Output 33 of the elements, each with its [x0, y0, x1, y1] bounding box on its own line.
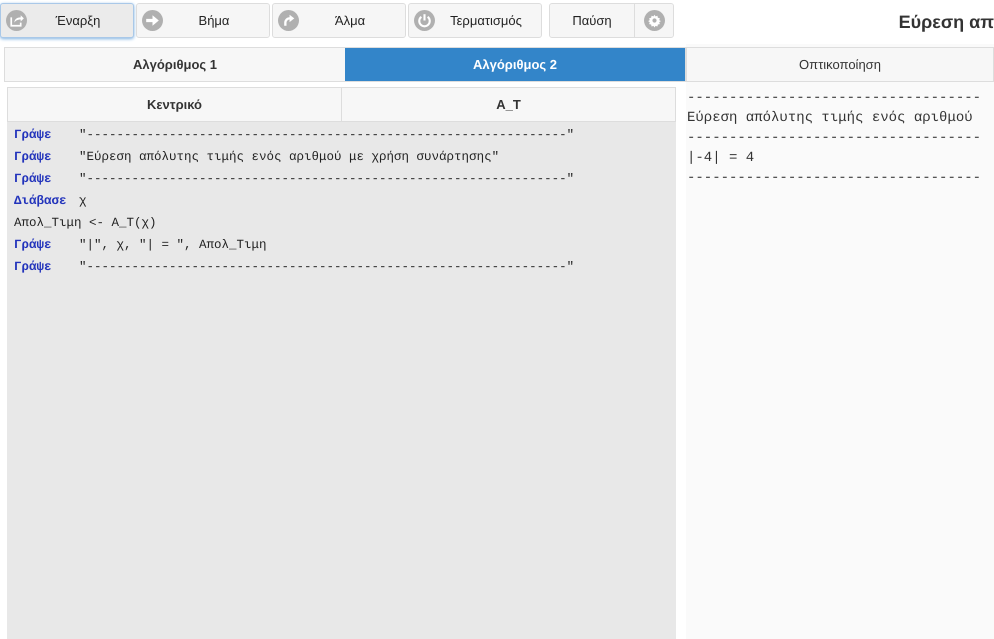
- output-line: -----------------------------------: [687, 169, 982, 188]
- code-text: χ: [79, 192, 87, 210]
- algorithm-tab[interactable]: Αλγόριθμος 1: [5, 48, 345, 81]
- code-keyword: Γράψε: [14, 126, 53, 144]
- code-tab[interactable]: Κεντρικό: [8, 88, 341, 121]
- code-tab[interactable]: Α_Τ: [341, 88, 675, 121]
- algorithm-tab[interactable]: Αλγόριθμος 2: [345, 48, 685, 81]
- code-text: "Εύρεση απόλυτης τιμής ενός αριθμού με χρήση συνάρτησης": [79, 148, 500, 166]
- arrow-right-icon: [142, 10, 163, 31]
- page-title: Εύρεση απ: [898, 10, 994, 34]
- code-text: "----------------------------------------------------------------": [79, 258, 574, 276]
- power-icon: [414, 10, 435, 31]
- output-line: |-4| = 4: [687, 149, 756, 168]
- code-keyword: Γράψε: [14, 170, 53, 188]
- toolbar-button[interactable]: Βήμα: [136, 3, 270, 38]
- code-text: "|", χ, "| = ", Απολ_Τιμη: [79, 236, 267, 254]
- toolbar-button[interactable]: Έναρξη: [0, 3, 134, 38]
- code-keyword: Διάβασε: [14, 192, 68, 210]
- share-icon: [6, 10, 27, 31]
- code-keyword: Γράψε: [14, 236, 53, 254]
- visualization-tab[interactable]: Οπτικοποίηση: [686, 47, 994, 82]
- code-text: "----------------------------------------------------------------": [79, 126, 574, 144]
- redo-icon: [278, 10, 299, 31]
- code-text: Απολ_Τιμη <- Α_Τ(χ): [14, 214, 157, 232]
- output-line: -----------------------------------: [687, 89, 982, 108]
- output-line: -----------------------------------: [687, 129, 982, 148]
- toolbar-button[interactable]: Τερματισμός: [408, 3, 542, 38]
- code-keyword: Γράψε: [14, 258, 53, 276]
- code-keyword: Γράψε: [14, 148, 53, 166]
- toolbar-button[interactable]: Άλμα: [272, 3, 406, 38]
- output-line: Εύρεση απόλυτης τιμής ενός αριθμού: [687, 109, 974, 128]
- code-text: "----------------------------------------------------------------": [79, 170, 574, 188]
- settings-icon: [644, 10, 664, 31]
